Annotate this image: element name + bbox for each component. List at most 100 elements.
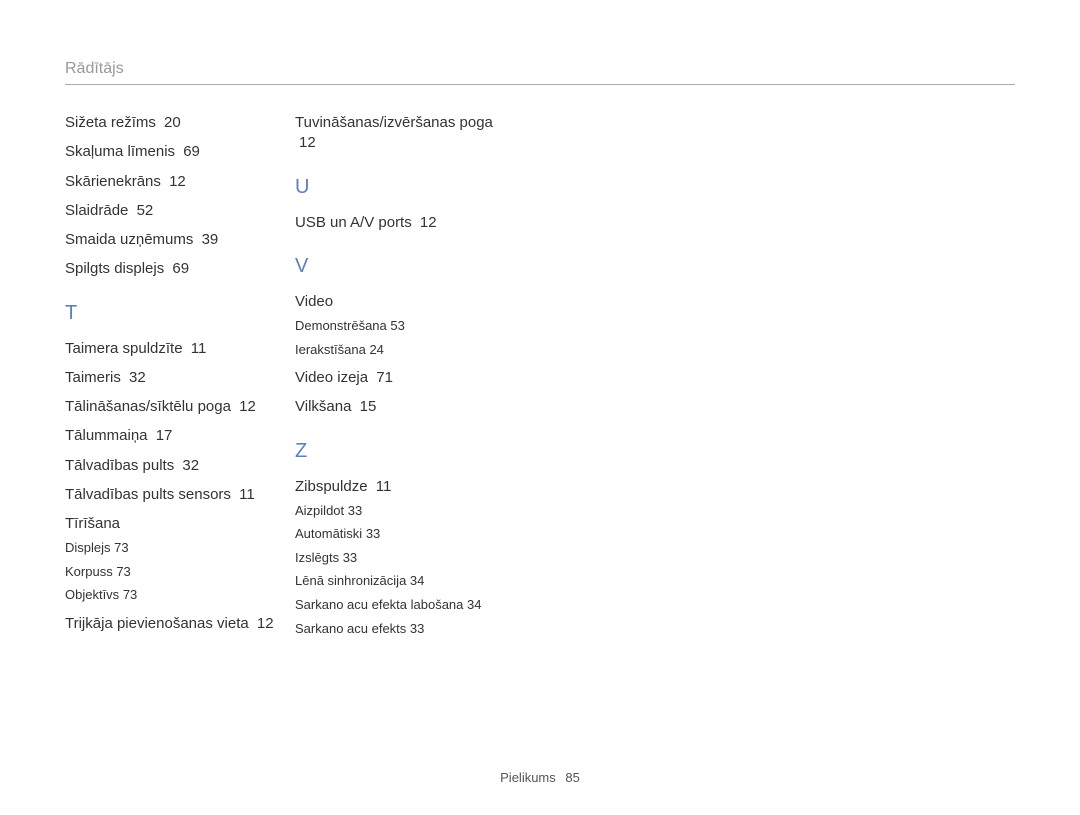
index-entry: USB un A/V ports 12 <box>295 213 515 233</box>
entry-page: 39 <box>202 231 219 248</box>
entry-label: Sižeta režīms <box>65 114 156 131</box>
subentry-label: Sarkano acu efekta labošana <box>295 597 463 612</box>
index-group: USB un A/V ports 12 <box>295 213 515 233</box>
subentry-label: Lēnā sinhronizācija <box>295 573 406 588</box>
entry-label: Slaidrāde <box>65 202 128 219</box>
entry-page: 12 <box>239 398 256 415</box>
entry-page: 11 <box>376 478 392 495</box>
entry-label: Video izeja <box>295 369 368 386</box>
entry-label: Smaida uzņēmums <box>65 231 193 248</box>
entry-page: 12 <box>299 134 316 151</box>
index-subentry: Lēnā sinhronizācija 34 <box>295 572 515 590</box>
entry-label: Skārienekrāns <box>65 173 161 190</box>
index-subentry: Aizpildot 33 <box>295 502 515 520</box>
entry-page: 69 <box>172 260 189 277</box>
entry-page: 52 <box>137 202 154 219</box>
entry-label: Tālvadības pults sensors <box>65 486 231 503</box>
index-entry: Video izeja 71 <box>295 368 515 388</box>
subentry-page: 33 <box>410 621 424 636</box>
index-columns: Sižeta režīms 20 Skaļuma līmenis 69 Skār… <box>65 113 1015 647</box>
footer-page: 85 <box>565 770 579 785</box>
entry-page: 17 <box>156 427 173 444</box>
subentry-page: 33 <box>366 526 380 541</box>
entry-page: 32 <box>129 369 146 386</box>
header-title: Rādītājs <box>65 60 1015 84</box>
index-entry: Zibspuldze 11 <box>295 477 515 497</box>
index-entry: Vilkšana 15 <box>295 397 515 417</box>
index-entry: Slaidrāde 52 <box>65 201 285 221</box>
entry-label: Tālummaiņa <box>65 427 148 444</box>
entry-label: Vilkšana <box>295 398 351 415</box>
index-subentry: Objektīvs 73 <box>65 586 285 604</box>
page: Rādītājs Sižeta režīms 20 Skaļuma līmeni… <box>0 0 1080 815</box>
subentry-label: Sarkano acu efekts <box>295 621 406 636</box>
index-entry: Tālināšanas/sīktēlu poga 12 <box>65 397 285 417</box>
column-2: Tuvināšanas/izvēršanas poga 12 U USB un … <box>295 113 515 647</box>
footer-label: Pielikums <box>500 770 556 785</box>
index-entry: Tālummaiņa 17 <box>65 426 285 446</box>
entry-page: 32 <box>182 457 199 474</box>
subentry-page: 73 <box>123 587 137 602</box>
index-subentry: Izslēgts 33 <box>295 549 515 567</box>
index-entry: Sižeta režīms 20 <box>65 113 285 133</box>
index-entry: Video <box>295 292 515 312</box>
subentry-page: 73 <box>114 540 128 555</box>
index-subentry: Ierakstīšana 24 <box>295 341 515 359</box>
entry-page: 11 <box>191 340 207 357</box>
entry-label: USB un A/V ports <box>295 214 412 231</box>
entry-page: 15 <box>360 398 377 415</box>
index-entry: Skaļuma līmenis 69 <box>65 142 285 162</box>
index-entry: Spilgts displejs 69 <box>65 259 285 279</box>
entry-label: Tuvināšanas/izvēršanas poga <box>295 114 493 131</box>
entry-page: 11 <box>239 486 255 503</box>
entry-label: Spilgts displejs <box>65 260 164 277</box>
entry-label: Tālvadības pults <box>65 457 174 474</box>
index-subentry: Sarkano acu efekts 33 <box>295 620 515 638</box>
index-entry: Tuvināšanas/izvēršanas poga 12 <box>295 113 515 154</box>
entry-page: 12 <box>420 214 437 231</box>
entry-page: 20 <box>164 114 181 131</box>
subentry-label: Automātiski <box>295 526 362 541</box>
index-group: Zibspuldze 11 Aizpildot 33 Automātiski 3… <box>295 477 515 638</box>
subentry-page: 73 <box>116 564 130 579</box>
index-entry: Trijkāja pievienošanas vieta 12 <box>65 614 285 634</box>
subentry-label: Ierakstīšana <box>295 342 366 357</box>
index-entry: Taimera spuldzīte 11 <box>65 339 285 359</box>
index-entry: Smaida uzņēmums 39 <box>65 230 285 250</box>
index-subentry: Automātiski 33 <box>295 525 515 543</box>
entry-label: Skaļuma līmenis <box>65 143 175 160</box>
index-entry: Taimeris 32 <box>65 368 285 388</box>
page-header: Rādītājs <box>65 60 1015 85</box>
index-subentry: Displejs 73 <box>65 539 285 557</box>
entry-page: 12 <box>257 615 274 632</box>
index-subentry: Sarkano acu efekta labošana 34 <box>295 596 515 614</box>
index-group: Video Demonstrēšana 53 Ierakstīšana 24 V… <box>295 292 515 418</box>
entry-label: Tīrīšana <box>65 515 120 532</box>
subentry-label: Displejs <box>65 540 111 555</box>
entry-label: Taimeris <box>65 369 121 386</box>
entry-page: 69 <box>183 143 200 160</box>
letter-heading: U <box>295 176 515 199</box>
subentry-page: 34 <box>410 573 424 588</box>
subentry-label: Korpuss <box>65 564 113 579</box>
index-group: Taimera spuldzīte 11 Taimeris 32 Tālināš… <box>65 339 285 635</box>
index-entry: Tālvadības pults 32 <box>65 456 285 476</box>
index-entry: Skārienekrāns 12 <box>65 172 285 192</box>
subentry-page: 53 <box>390 318 404 333</box>
index-entry: Tālvadības pults sensors 11 <box>65 485 285 505</box>
subentry-label: Izslēgts <box>295 550 339 565</box>
index-group: Tuvināšanas/izvēršanas poga 12 <box>295 113 515 154</box>
index-subentry: Demonstrēšana 53 <box>295 317 515 335</box>
subentry-page: 24 <box>369 342 383 357</box>
entry-page: 12 <box>169 173 186 190</box>
entry-label: Tālināšanas/sīktēlu poga <box>65 398 231 415</box>
entry-label: Trijkāja pievienošanas vieta <box>65 615 249 632</box>
subentry-label: Aizpildot <box>295 503 344 518</box>
subentry-page: 33 <box>343 550 357 565</box>
subentry-page: 33 <box>348 503 362 518</box>
letter-heading: T <box>65 302 285 325</box>
index-group: Sižeta režīms 20 Skaļuma līmenis 69 Skār… <box>65 113 285 280</box>
subentry-label: Demonstrēšana <box>295 318 387 333</box>
entry-label: Zibspuldze <box>295 478 368 495</box>
letter-heading: V <box>295 255 515 278</box>
